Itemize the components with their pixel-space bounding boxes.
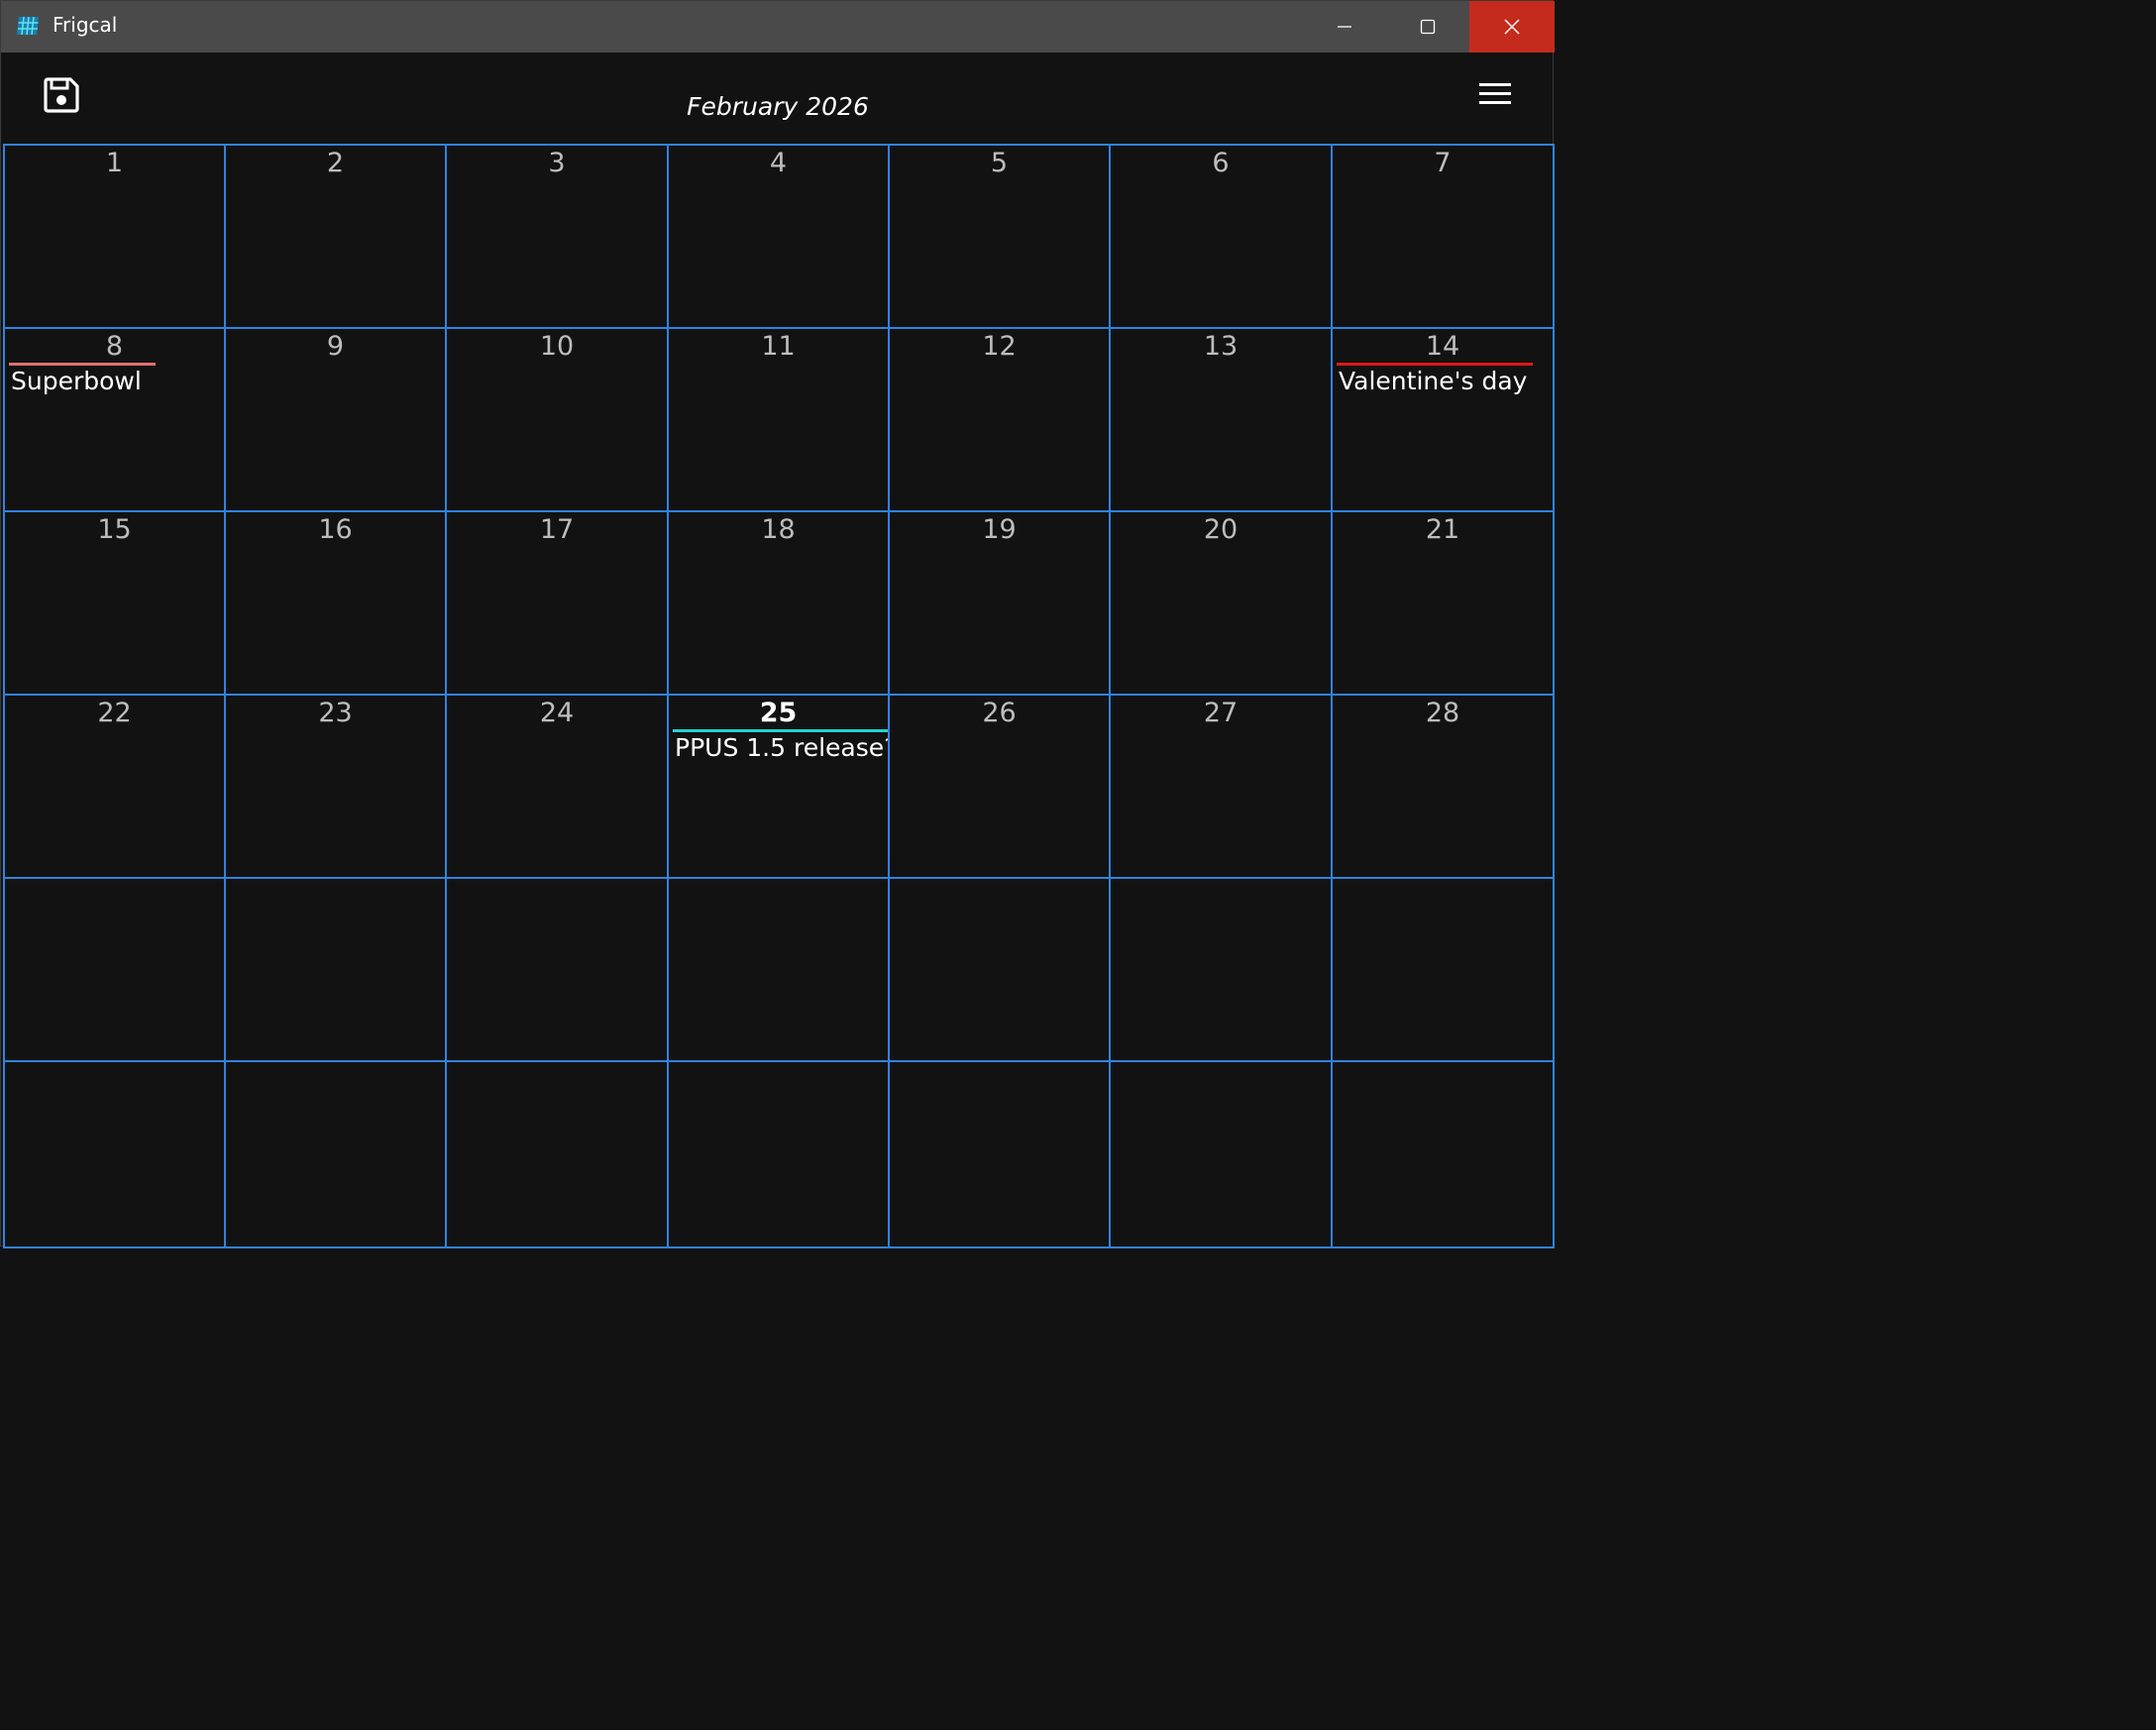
close-button[interactable] — [1469, 1, 1555, 53]
day-number: 28 — [1425, 698, 1460, 728]
event-label: Valentine's day — [1339, 367, 1528, 395]
day-cell[interactable]: 8 Superbowl — [3, 327, 226, 512]
day-cell[interactable]: 21 — [1331, 510, 1555, 696]
day-number: 26 — [982, 698, 1017, 728]
event-label: PPUS 1.5 release? — [675, 733, 898, 762]
day-number: 11 — [761, 331, 796, 362]
day-number: 19 — [982, 514, 1017, 545]
day-number: 7 — [1434, 148, 1452, 178]
day-number: 23 — [318, 698, 353, 728]
maximize-icon — [1420, 19, 1436, 35]
day-number: 13 — [1203, 331, 1239, 362]
day-cell[interactable] — [667, 1060, 890, 1248]
menu-button[interactable] — [1475, 80, 1515, 110]
day-cell[interactable]: 25 PPUS 1.5 release? — [667, 694, 897, 879]
calendar-header: February 2026 — [3, 53, 1553, 145]
day-cell[interactable]: 6 — [1109, 144, 1333, 329]
event-entry[interactable]: PPUS 1.5 release? — [673, 729, 897, 769]
day-cell[interactable]: 10 — [445, 327, 669, 512]
day-number: 8 — [105, 331, 124, 362]
minimize-icon — [1338, 26, 1351, 28]
day-number: 2 — [326, 148, 345, 178]
day-number: 5 — [990, 148, 1009, 178]
calendar-grid: 1 2 3 4 5 6 7 8 Superbowl 9 10 11 12 13 14 Valentine's … — [3, 144, 1555, 1248]
day-number: 24 — [539, 698, 575, 728]
day-cell[interactable]: 19 — [888, 510, 1111, 696]
day-cell[interactable]: 1 — [3, 144, 226, 329]
day-cell[interactable] — [888, 877, 1111, 1062]
event-color-bar — [9, 363, 156, 366]
day-cell[interactable]: 28 — [1331, 694, 1555, 879]
day-cell[interactable]: 12 — [888, 327, 1111, 512]
event-entry[interactable]: Valentine's day — [1337, 363, 1533, 402]
day-cell[interactable] — [3, 1060, 226, 1248]
day-number: 12 — [982, 331, 1017, 362]
day-number: 4 — [769, 148, 788, 178]
app-window: Frigcal February 2026 1 2 3 4 5 6 7 8 Su… — [0, 0, 1555, 1248]
day-number: 21 — [1425, 514, 1460, 545]
day-cell[interactable]: 5 — [888, 144, 1111, 329]
maximize-button[interactable] — [1386, 1, 1469, 53]
close-icon — [1504, 19, 1520, 35]
hamburger-menu-icon — [1479, 83, 1511, 104]
day-cell[interactable]: 2 — [224, 144, 447, 329]
day-number: 27 — [1203, 698, 1239, 728]
day-cell[interactable]: 23 — [224, 694, 447, 879]
day-cell[interactable]: 18 — [667, 510, 890, 696]
day-cell[interactable] — [1109, 1060, 1333, 1248]
day-number: 14 — [1425, 331, 1460, 362]
day-cell[interactable] — [445, 877, 669, 1062]
day-cell[interactable]: 20 — [1109, 510, 1333, 696]
day-cell[interactable]: 9 — [224, 327, 447, 512]
day-cell[interactable]: 24 — [445, 694, 669, 879]
day-cell[interactable] — [888, 1060, 1111, 1248]
day-number: 1 — [105, 148, 124, 178]
day-cell[interactable] — [224, 1060, 447, 1248]
day-cell[interactable]: 14 Valentine's day — [1331, 327, 1555, 512]
day-number: 18 — [761, 514, 796, 545]
day-cell[interactable]: 22 — [3, 694, 226, 879]
day-cell[interactable]: 7 — [1331, 144, 1555, 329]
frigcal-app-icon — [15, 15, 41, 37]
day-number: 10 — [539, 331, 575, 362]
event-color-bar — [1337, 363, 1533, 366]
minimize-button[interactable] — [1303, 1, 1386, 53]
day-cell[interactable] — [1109, 877, 1333, 1062]
day-cell[interactable]: 11 — [667, 327, 890, 512]
day-cell[interactable]: 3 — [445, 144, 669, 329]
day-cell[interactable]: 17 — [445, 510, 669, 696]
day-cell[interactable] — [1331, 1060, 1555, 1248]
day-number: 22 — [97, 698, 132, 728]
event-entry[interactable]: Superbowl — [9, 363, 156, 402]
day-number: 17 — [539, 514, 575, 545]
day-cell[interactable]: 13 — [1109, 327, 1333, 512]
title-bar: Frigcal — [1, 1, 1555, 53]
day-cell[interactable]: 4 — [667, 144, 890, 329]
day-number-today: 25 — [759, 698, 798, 728]
day-cell[interactable]: 27 — [1109, 694, 1333, 879]
day-number: 20 — [1203, 514, 1239, 545]
day-cell[interactable] — [3, 877, 226, 1062]
day-number: 6 — [1212, 148, 1230, 178]
day-number: 9 — [326, 331, 345, 362]
day-cell[interactable] — [1331, 877, 1555, 1062]
event-color-bar — [673, 729, 893, 732]
day-cell[interactable] — [667, 877, 890, 1062]
month-title: February 2026 — [687, 92, 869, 121]
day-number: 3 — [548, 148, 566, 178]
window-title: Frigcal — [53, 13, 118, 37]
day-cell[interactable]: 15 — [3, 510, 226, 696]
day-cell[interactable]: 26 — [888, 694, 1111, 879]
day-cell[interactable]: 16 — [224, 510, 447, 696]
day-cell[interactable] — [224, 877, 447, 1062]
day-number: 15 — [97, 514, 132, 545]
day-cell[interactable] — [445, 1060, 669, 1248]
day-number: 16 — [318, 514, 353, 545]
event-label: Superbowl — [11, 367, 142, 395]
